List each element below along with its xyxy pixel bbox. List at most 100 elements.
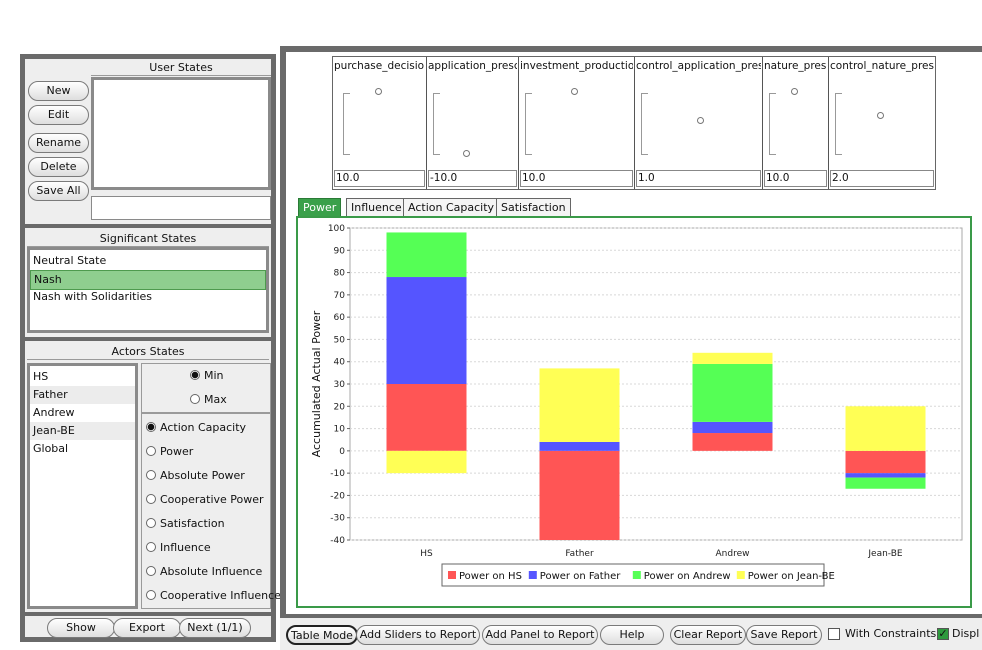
metric-radio-cooperative-power[interactable]: Cooperative Power: [146, 492, 264, 508]
actor-item[interactable]: Jean-BE: [30, 422, 135, 440]
slider-knob[interactable]: [375, 88, 382, 95]
slider-knob[interactable]: [877, 112, 884, 119]
user-states-title: User States: [91, 61, 271, 76]
actor-item[interactable]: HS: [30, 368, 135, 386]
slider-track[interactable]: [835, 93, 842, 155]
metric-radio-power[interactable]: Power: [146, 444, 193, 460]
y-tick-label: 20: [334, 402, 346, 412]
y-tick-label: -10: [330, 469, 345, 479]
list-item-selected[interactable]: Nash: [30, 270, 266, 290]
x-tick-label: HS: [420, 549, 433, 559]
metric-radio-satisfaction[interactable]: Satisfaction: [146, 516, 225, 532]
tab-satisfaction[interactable]: Satisfaction: [496, 198, 571, 217]
new-button[interactable]: New: [28, 81, 89, 101]
y-tick-label: 80: [334, 269, 346, 279]
bar-segment: [845, 406, 926, 451]
slider-label: application_presc: [428, 60, 517, 72]
radio-selected-icon: [190, 370, 200, 380]
list-item[interactable]: Neutral State: [33, 252, 106, 270]
y-tick-label: 50: [334, 335, 346, 345]
chart-panel: 100 90 80 70 60 50 40 30 20 10 0 -10 -20 -30 -40 Accumu…: [296, 216, 972, 608]
y-tick-label: 60: [334, 313, 346, 323]
display-checkbox[interactable]: ✓: [937, 628, 949, 640]
save-report-button[interactable]: Save Report: [746, 625, 822, 645]
slider-track[interactable]: [769, 93, 776, 155]
slider-nature-presc[interactable]: nature_presc 10.0: [763, 57, 829, 189]
bar-segment: [845, 450, 926, 474]
show-button[interactable]: Show: [47, 618, 115, 638]
slider-value[interactable]: 2.0: [830, 170, 934, 187]
slider-value[interactable]: 10.0: [764, 170, 827, 187]
bar-segment: [539, 450, 620, 540]
actors-list[interactable]: HS Father Andrew Jean-BE Global: [27, 363, 138, 609]
export-button[interactable]: Export: [113, 618, 181, 638]
significant-states-list[interactable]: Neutral State Nash Nash with Solidaritie…: [27, 247, 269, 333]
slider-value[interactable]: 10.0: [334, 170, 425, 187]
min-radio[interactable]: Min: [190, 368, 224, 384]
with-constraints-checkbox[interactable]: [828, 628, 840, 640]
bar-segment: [692, 421, 773, 434]
y-tick-label: 10: [334, 425, 346, 435]
y-tick-label: 40: [334, 358, 346, 368]
legend-entry: Power on Father: [540, 571, 621, 582]
slider-track[interactable]: [343, 93, 350, 155]
metric-radio-absolute-influence[interactable]: Absolute Influence: [146, 564, 262, 580]
slider-track[interactable]: [525, 93, 532, 155]
add-panel-to-report-button[interactable]: Add Panel to Report: [482, 625, 598, 645]
bar-segment: [539, 368, 620, 442]
radio-icon: [146, 518, 156, 528]
slider-track[interactable]: [641, 93, 648, 155]
max-radio[interactable]: Max: [190, 392, 227, 408]
slider-knob[interactable]: [697, 117, 704, 124]
metric-radio-absolute-power[interactable]: Absolute Power: [146, 468, 245, 484]
tab-action-capacity[interactable]: Action Capacity: [403, 198, 500, 217]
clear-report-button[interactable]: Clear Report: [670, 625, 746, 645]
metric-radio-cooperative-influence[interactable]: Cooperative Influence: [146, 588, 281, 604]
slider-knob[interactable]: [791, 88, 798, 95]
actor-item[interactable]: Global: [30, 440, 135, 458]
save-all-button[interactable]: Save All: [28, 181, 89, 201]
next-button[interactable]: Next (1/1): [179, 618, 251, 638]
radio-icon: [146, 494, 156, 504]
slider-value[interactable]: -10.0: [428, 170, 517, 187]
legend-swatch: [448, 571, 456, 579]
sliders-panel: purchase_decision 10.0 application_presc…: [332, 56, 936, 190]
delete-button[interactable]: Delete: [28, 157, 89, 177]
edit-button[interactable]: Edit: [28, 105, 89, 125]
slider-value[interactable]: 1.0: [636, 170, 761, 187]
metric-radio-action-capacity[interactable]: Action Capacity: [146, 420, 246, 436]
slider-knob[interactable]: [571, 88, 578, 95]
legend-swatch: [736, 571, 745, 579]
with-constraints-label: With Constraints: [845, 627, 937, 640]
list-item[interactable]: Nash with Solidarities: [33, 288, 152, 306]
slider-control-nature-presc[interactable]: control_nature_presc 2.0: [829, 57, 935, 189]
y-tick-label: -40: [330, 536, 345, 546]
tab-power[interactable]: Power: [298, 198, 342, 217]
user-states-list[interactable]: [91, 77, 271, 190]
actor-item[interactable]: Andrew: [30, 404, 135, 422]
metric-radio-influence[interactable]: Influence: [146, 540, 211, 556]
divider: [142, 412, 270, 414]
slider-investment-production[interactable]: investment_production 10.0: [519, 57, 635, 189]
bar-segment: [692, 352, 773, 364]
add-sliders-to-report-button[interactable]: Add Sliders to Report: [356, 625, 480, 645]
legend-entry: Power on Andrew: [644, 571, 731, 582]
help-button[interactable]: Help: [600, 625, 664, 645]
table-mode-button[interactable]: Table Mode: [286, 625, 358, 645]
slider-control-application-presc[interactable]: control_application_presc 1.0: [635, 57, 763, 189]
tab-influence[interactable]: Influence: [346, 198, 407, 217]
bar-segment: [845, 473, 926, 478]
rename-button[interactable]: Rename: [28, 133, 89, 153]
slider-purchase-decision[interactable]: purchase_decision 10.0: [333, 57, 427, 189]
slider-track[interactable]: [433, 93, 440, 155]
x-tick-label: Andrew: [716, 549, 750, 559]
legend-entry: Power on Jean-BE: [748, 571, 835, 582]
actor-item[interactable]: Father: [30, 386, 135, 404]
user-state-name-input[interactable]: [91, 196, 271, 220]
slider-label: control_nature_presc: [830, 60, 934, 72]
slider-value[interactable]: 10.0: [520, 170, 633, 187]
slider-application-presc[interactable]: application_presc -10.0: [427, 57, 519, 189]
divider: [25, 612, 271, 616]
y-tick-label: 90: [334, 246, 346, 256]
slider-knob[interactable]: [463, 150, 470, 157]
